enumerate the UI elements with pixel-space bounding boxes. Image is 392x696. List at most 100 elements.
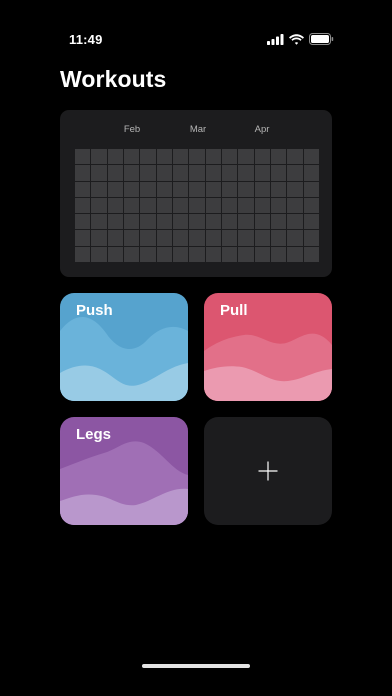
workout-heatmap-card: Feb Mar Apr [60, 110, 332, 277]
heatmap-cell [205, 165, 221, 181]
heatmap-cell [91, 181, 107, 197]
heatmap-cell [189, 230, 205, 246]
add-workout-button[interactable] [204, 417, 332, 525]
status-icons [267, 33, 334, 45]
heatmap-cell [75, 165, 91, 181]
workout-card-label: Legs [76, 426, 112, 443]
heatmap-cell [221, 230, 238, 246]
heatmap-cell [140, 197, 156, 214]
heatmap-cell [91, 149, 107, 165]
heatmap-cell [221, 214, 238, 230]
heatmap-cell [205, 149, 221, 165]
heatmap-cell [205, 230, 221, 246]
heatmap-cell [270, 197, 287, 214]
heatmap-cell [221, 246, 238, 262]
heatmap-cell [189, 246, 205, 262]
heatmap-cell [270, 230, 287, 246]
heatmap-cell [254, 230, 270, 246]
heatmap-cell [287, 230, 303, 246]
workout-card-legs[interactable]: Legs [60, 417, 188, 525]
heatmap-cell [91, 230, 107, 246]
heatmap-cell [221, 149, 238, 165]
heatmap-cell [221, 181, 238, 197]
heatmap-cell [172, 197, 189, 214]
heatmap-cell [107, 197, 123, 214]
heatmap-cell [140, 230, 156, 246]
heatmap-cell [254, 149, 270, 165]
workout-card-pull[interactable]: Pull [204, 293, 332, 401]
heatmap-cell [189, 214, 205, 230]
heatmap-cell [270, 181, 287, 197]
heatmap-cell [140, 165, 156, 181]
month-label-feb: Feb [123, 124, 141, 135]
heatmap-cell [107, 214, 123, 230]
heatmap-cell [287, 214, 303, 230]
heatmap-cell [123, 197, 140, 214]
heatmap-cell [123, 181, 140, 197]
heatmap-cell [303, 230, 319, 246]
heatmap-cell [75, 197, 91, 214]
month-label-mar: Mar [189, 124, 207, 135]
heatmap-cell [254, 246, 270, 262]
heatmap-cell [254, 181, 270, 197]
heatmap-cell [287, 246, 303, 262]
heatmap-cell [189, 149, 205, 165]
heatmap-cell [205, 214, 221, 230]
heatmap-cell [107, 149, 123, 165]
heatmap-cell [189, 181, 205, 197]
battery-icon [309, 33, 334, 45]
heatmap-cell [254, 214, 270, 230]
heatmap-cell [140, 246, 156, 262]
heatmap-cell [156, 181, 172, 197]
plus-icon [258, 461, 278, 481]
heatmap-cell [91, 197, 107, 214]
heatmap-cell [254, 197, 270, 214]
heatmap-cell [270, 165, 287, 181]
workout-card-label: Pull [220, 302, 248, 319]
heatmap-cell [123, 165, 140, 181]
heatmap-cell [303, 181, 319, 197]
home-indicator [142, 664, 250, 668]
heatmap-cell [156, 149, 172, 165]
heatmap-cell [172, 246, 189, 262]
heatmap-cell [238, 181, 254, 197]
heatmap-cell [270, 149, 287, 165]
month-label-apr: Apr [254, 124, 270, 135]
heatmap-cell [287, 181, 303, 197]
heatmap-cell [238, 230, 254, 246]
heatmap-cell [75, 246, 91, 262]
heatmap-cell [156, 197, 172, 214]
heatmap-cell [270, 246, 287, 262]
page-title: Workouts [60, 66, 167, 92]
heatmap-cell [287, 149, 303, 165]
heatmap-cell [91, 214, 107, 230]
heatmap-grid [75, 149, 319, 262]
heatmap-cell [140, 181, 156, 197]
workout-card-push[interactable]: Push [60, 293, 188, 401]
heatmap-cell [172, 149, 189, 165]
heatmap-cell [75, 181, 91, 197]
heatmap-cell [221, 165, 238, 181]
cellular-signal-icon [267, 33, 284, 45]
heatmap-cell [238, 197, 254, 214]
heatmap-cell [287, 165, 303, 181]
heatmap-cell [172, 181, 189, 197]
heatmap-cell [156, 230, 172, 246]
heatmap-cell [270, 214, 287, 230]
heatmap-cell [172, 230, 189, 246]
status-time: 11:49 [69, 32, 103, 47]
heatmap-cell [140, 214, 156, 230]
workout-card-label: Push [76, 302, 113, 319]
heatmap-cell [107, 165, 123, 181]
heatmap-cell [238, 246, 254, 262]
heatmap-cell [238, 149, 254, 165]
heatmap-cell [91, 165, 107, 181]
heatmap-cell [303, 165, 319, 181]
heatmap-cell [238, 165, 254, 181]
heatmap-cell [172, 165, 189, 181]
heatmap-cell [123, 149, 140, 165]
heatmap-cell [156, 165, 172, 181]
heatmap-cell [189, 197, 205, 214]
heatmap-cell [156, 246, 172, 262]
heatmap-cell [254, 165, 270, 181]
